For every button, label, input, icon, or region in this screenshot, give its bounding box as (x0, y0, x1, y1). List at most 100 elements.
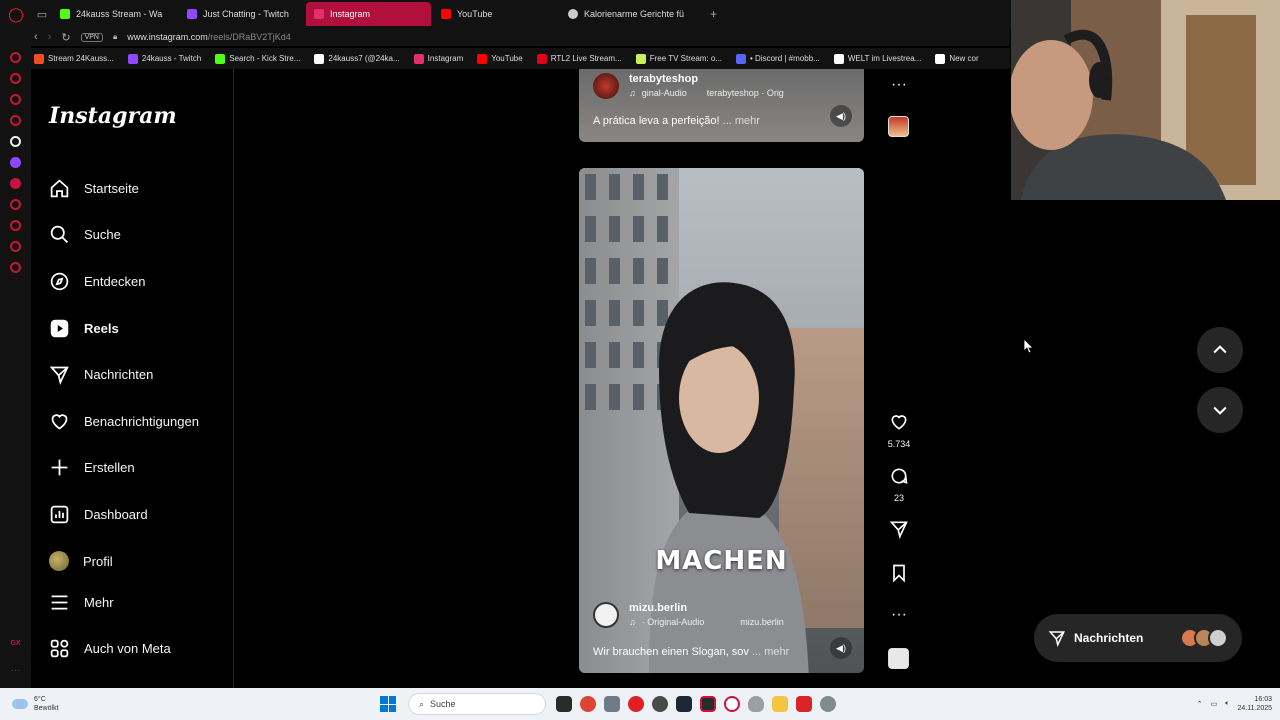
bookmark-item[interactable]: Free TV Stream: o... (635, 53, 722, 64)
lock-icon: 🔒︎ (112, 32, 118, 41)
epic-games-icon[interactable] (700, 696, 716, 712)
sidebar-app-icon[interactable] (10, 52, 21, 63)
bookmark-item[interactable]: RTL2 Live Stream... (536, 53, 622, 64)
sidebar-app-icon[interactable] (10, 94, 21, 105)
network-icon[interactable]: ▭ (1211, 700, 1218, 708)
new-tab-button[interactable]: + (702, 7, 725, 21)
audio-thumbnail[interactable] (888, 648, 909, 669)
reel-username[interactable]: mizu.berlin (629, 602, 784, 614)
reel-previous[interactable]: terabyteshop ♫ ginal-Audio terabyteshop · … (579, 69, 864, 142)
file-explorer-icon[interactable] (772, 696, 788, 712)
youtube-sidebar-icon[interactable] (10, 178, 21, 189)
next-reel-button[interactable] (1197, 387, 1243, 433)
speaker-icon[interactable]: 🔈︎ (1225, 700, 1229, 708)
back-button[interactable]: ‹ (34, 31, 38, 43)
start-button[interactable] (380, 696, 396, 712)
opera-gx-icon[interactable] (724, 696, 740, 712)
calculator-icon[interactable] (604, 696, 620, 712)
reel-video[interactable]: MACHEN mizu.berlin ♫ · Original-Audio mizu… (579, 168, 864, 673)
reel-audio[interactable]: ♫ ginal-Audio terabyteshop · Orig (629, 88, 784, 98)
reel-author: mizu.berlin ♫ · Original-Audio mizu.berlin (593, 602, 784, 628)
previous-reel-button[interactable] (1197, 327, 1243, 373)
task-view-icon[interactable] (556, 696, 572, 712)
app-icon[interactable] (628, 696, 644, 712)
messages-popup-button[interactable]: Nachrichten (1034, 614, 1242, 662)
chevron-up-icon[interactable]: ⌃ (1197, 700, 1203, 708)
nav-item-profile[interactable]: Profil (49, 538, 199, 585)
nav-item-reels[interactable]: Reels (49, 305, 199, 352)
avatar[interactable] (593, 602, 619, 628)
bookmark-item[interactable]: WELT im Livestrea... (833, 53, 921, 64)
sidebar-app-icon[interactable] (10, 115, 21, 126)
browser-tab[interactable]: YouTube (433, 2, 558, 26)
twitch-sidebar-icon[interactable] (10, 157, 21, 168)
opera-logo-icon[interactable]: ◯ (0, 0, 32, 28)
bookmark-item[interactable]: Search - Kick Stre... (215, 53, 300, 64)
reel-audio[interactable]: ♫ · Original-Audio mizu.berlin (629, 617, 784, 627)
bookmark-item[interactable]: Stream 24Kauss... (34, 53, 114, 64)
instagram-logo[interactable]: Instagram (49, 103, 177, 129)
browser-tab[interactable]: 24kauss Stream - Wa (52, 2, 177, 26)
steam-icon[interactable] (676, 696, 692, 712)
app-icon[interactable] (796, 696, 812, 712)
reel-caption: A prática leva a perfeição! ... mehr (593, 115, 760, 127)
send-icon (889, 521, 908, 539)
more-icon[interactable]: ··· (11, 665, 21, 676)
bookmark-item[interactable]: New cor (935, 53, 979, 64)
settings-icon[interactable] (10, 262, 21, 273)
reload-button[interactable]: ↻ (61, 31, 70, 44)
dashboard-icon (50, 505, 69, 524)
bookmarks-bar: Stream 24Kauss... 24kauss - Twitch Search … (0, 48, 1010, 69)
weather-widget[interactable]: 6°C Bewölkt (0, 695, 380, 713)
sidebar-app-icon[interactable] (10, 73, 21, 84)
reel-options-button[interactable]: ··· (884, 76, 914, 94)
nav-item-create[interactable]: Erstellen (49, 445, 199, 492)
bookmark-item[interactable]: YouTube (477, 53, 523, 64)
nav-item-messages[interactable]: Nachrichten (49, 351, 199, 398)
nav-item-notifications[interactable]: Benachrichtigungen (49, 398, 199, 445)
tab-overview-icon[interactable]: ▭ (32, 0, 52, 28)
like-button[interactable]: 5.734 (884, 412, 914, 449)
nav-item-search[interactable]: Suche (49, 212, 199, 259)
reel-overlay-text: MACHEN (655, 546, 788, 576)
clock[interactable]: 16:03 24.11.2025 (1237, 695, 1272, 713)
reel-options-button[interactable]: ··· (884, 606, 914, 624)
nav-item-explore[interactable]: Entdecken (49, 258, 199, 305)
browser-tab[interactable]: Just Chatting - Twitch (179, 2, 304, 26)
mouse-app-icon[interactable] (748, 696, 764, 712)
save-button[interactable] (884, 563, 914, 588)
bookmark-item[interactable]: 24kauss - Twitch (127, 53, 201, 64)
avatar[interactable] (593, 73, 619, 99)
comment-button[interactable]: 23 (884, 466, 914, 503)
more-link[interactable]: ... mehr (752, 646, 789, 658)
share-button[interactable] (884, 519, 914, 544)
nav-item-meta[interactable]: Auch von Meta (49, 626, 171, 673)
vpn-badge[interactable]: VPN (80, 32, 103, 42)
url-field[interactable]: www.instagram.com/reels/DRaBV2TjKd4 (127, 32, 291, 42)
history-icon[interactable] (10, 199, 21, 210)
settings-icon[interactable] (820, 696, 836, 712)
bookmark-item[interactable]: Instagram (413, 53, 463, 64)
nav-item-more[interactable]: Mehr (49, 579, 171, 626)
extensions-icon[interactable] (10, 241, 21, 252)
browser-tab-active[interactable]: Instagram (306, 2, 431, 26)
nav-item-dashboard[interactable]: Dashboard (49, 491, 199, 538)
nav-item-home[interactable]: Startseite (49, 165, 199, 212)
sidebar-app-icon[interactable] (10, 136, 21, 147)
chevron-up-icon (1213, 345, 1227, 354)
send-icon (49, 366, 69, 386)
browser-tab[interactable]: Kalorienarme Gerichte fü (560, 2, 700, 26)
reel-username[interactable]: terabyteshop (629, 73, 784, 85)
forward-button[interactable]: › (48, 31, 52, 43)
volume-icon[interactable]: ◀︎) (830, 637, 852, 659)
bookmark-item[interactable]: • Discord | #mobb... (736, 53, 820, 64)
audio-thumbnail[interactable] (888, 116, 909, 137)
clock-icon[interactable] (10, 220, 21, 231)
volume-icon[interactable]: ◀︎) (830, 105, 852, 127)
taskbar-search[interactable]: ⌕ Suche (408, 693, 546, 715)
home-icon (50, 179, 69, 198)
chrome-icon[interactable] (580, 696, 596, 712)
bookmark-item[interactable]: 24kauss7 (@24ka... (314, 53, 400, 64)
app-icon[interactable] (652, 696, 668, 712)
more-link[interactable]: ... mehr (723, 115, 760, 127)
